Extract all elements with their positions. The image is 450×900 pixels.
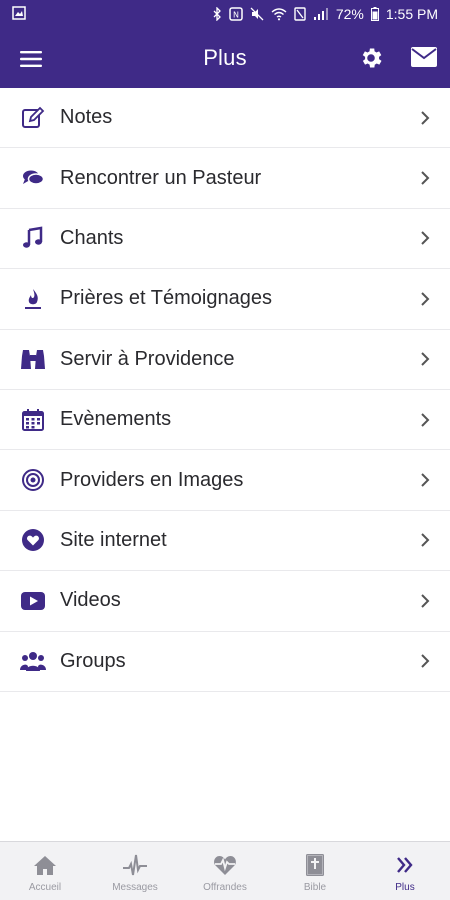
nav-item-messages[interactable]: Messages — [90, 842, 180, 900]
users-icon — [20, 648, 46, 674]
menu-item-rencontrer-pasteur[interactable]: Rencontrer un Pasteur — [0, 148, 450, 209]
app-bar: Plus — [0, 28, 450, 88]
binoculars-icon — [20, 346, 46, 372]
mail-icon[interactable] — [410, 46, 438, 70]
mute-icon — [250, 7, 264, 21]
wifi-icon — [271, 7, 287, 21]
music-note-icon — [20, 225, 46, 251]
menu-item-label: Site internet — [60, 528, 167, 551]
signal-icon — [313, 7, 329, 21]
menu-item-notes[interactable]: Notes — [0, 88, 450, 149]
nav-label: Offrandes — [203, 882, 247, 893]
menu-item-label: Videos — [60, 589, 121, 612]
chevron-right-icon — [420, 110, 430, 126]
chevron-right-icon — [420, 351, 430, 367]
nfc-icon: N — [229, 7, 243, 21]
gallery-notification-icon — [12, 5, 26, 23]
chevron-right-icon — [420, 230, 430, 246]
menu-item-label: Groups — [60, 649, 126, 672]
menu-item-evenements[interactable]: Evènements — [0, 389, 450, 451]
nav-item-plus[interactable]: Plus — [360, 842, 450, 900]
battery-percent: 72% — [335, 6, 364, 22]
flame-icon — [20, 286, 46, 312]
nav-item-offrandes[interactable]: Offrandes — [180, 842, 270, 900]
chevron-right-icon — [420, 170, 430, 186]
data-saver-icon — [294, 7, 306, 21]
menu-item-site-internet[interactable]: Site internet — [0, 510, 450, 572]
menu-item-prieres-temoignages[interactable]: Prières et Témoignages — [0, 269, 450, 330]
heart-pulse-icon — [212, 852, 238, 878]
menu-item-label: Servir à Providence — [60, 347, 235, 370]
nav-item-bible[interactable]: Bible — [270, 842, 360, 900]
menu-item-videos[interactable]: Videos — [0, 571, 450, 632]
double-chevron-icon — [392, 852, 418, 878]
bottom-nav: Accueil Messages Offrandes Bible Plus — [0, 841, 450, 900]
gear-icon[interactable] — [358, 45, 384, 71]
battery-icon — [370, 7, 379, 21]
target-icon — [20, 467, 46, 493]
bluetooth-icon — [212, 7, 222, 21]
chevron-right-icon — [420, 412, 430, 428]
pulse-icon — [122, 852, 148, 878]
edit-note-icon — [20, 105, 46, 131]
calendar-icon — [20, 407, 46, 433]
chevron-right-icon — [420, 653, 430, 669]
bible-icon — [302, 852, 328, 878]
menu-item-label: Evènements — [60, 408, 172, 431]
chat-bubbles-icon — [20, 165, 46, 191]
menu-item-servir-providence[interactable]: Servir à Providence — [0, 329, 450, 390]
chevron-right-icon — [420, 593, 430, 609]
menu-item-label: Prières et Témoignages — [60, 287, 272, 310]
status-bar: N 72% 1:55 PM — [0, 0, 450, 28]
heart-circle-icon — [20, 527, 46, 553]
menu-list: Notes Rencontrer un Pasteur Chants Prièr… — [0, 88, 450, 692]
svg-text:N: N — [233, 11, 239, 20]
chevron-right-icon — [420, 532, 430, 548]
menu-item-label: Providers en Images — [60, 468, 244, 491]
chevron-right-icon — [420, 472, 430, 488]
menu-item-label: Chants — [60, 226, 124, 249]
menu-item-chants[interactable]: Chants — [0, 208, 450, 270]
home-icon — [32, 852, 58, 878]
nav-label: Messages — [112, 882, 158, 893]
menu-item-providers-images[interactable]: Providers en Images — [0, 450, 450, 511]
menu-item-label: Notes — [60, 106, 113, 129]
menu-item-label: Rencontrer un Pasteur — [60, 166, 262, 189]
youtube-play-icon — [20, 588, 46, 614]
chevron-right-icon — [420, 291, 430, 307]
nav-label: Bible — [303, 882, 327, 893]
nav-item-accueil[interactable]: Accueil — [0, 842, 90, 900]
status-time: 1:55 PM — [385, 6, 438, 22]
menu-item-groups[interactable]: Groups — [0, 631, 450, 692]
nav-label: Accueil — [28, 882, 62, 893]
nav-label: Plus — [395, 882, 415, 893]
